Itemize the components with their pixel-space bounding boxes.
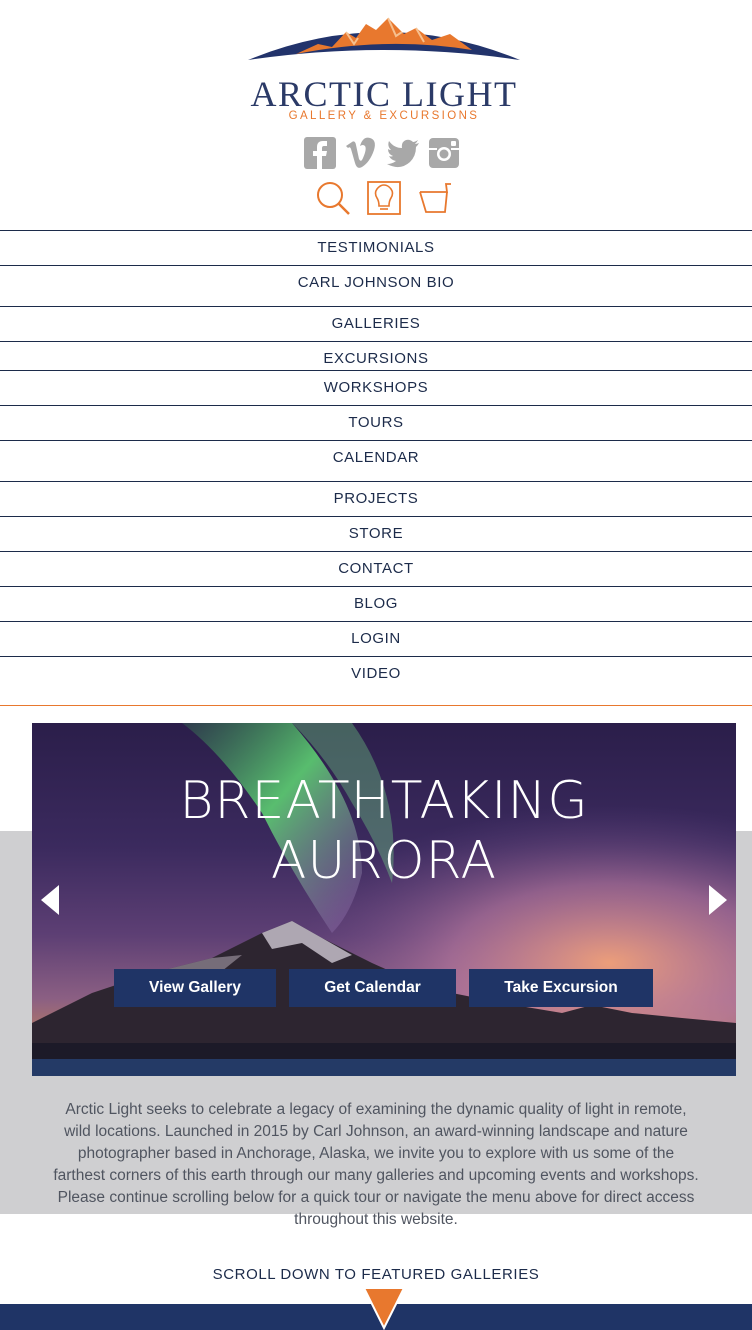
lightbulb-icon[interactable] [366,180,402,216]
twitter-icon[interactable] [386,136,420,170]
next-slide-arrow-icon[interactable] [707,883,729,917]
site-header: ARCTIC LIGHT GALLERY & EXCURSIONS [0,0,752,230]
nav-item-contact[interactable]: CONTACT [0,551,752,585]
get-calendar-button[interactable]: Get Calendar [289,969,456,1007]
mountain-logo-graphic [248,17,520,60]
hero-title-line2: AURORA [270,831,498,891]
nav-item-projects[interactable]: PROJECTS [0,481,752,515]
scroll-down-link[interactable]: SCROLL DOWN TO FEATURED GALLERIES [0,1266,752,1283]
site-logo[interactable]: ARCTIC LIGHT GALLERY & EXCURSIONS [246,14,522,122]
hero-title-line1: BREATHTAKING [179,771,589,831]
nav-item-workshops[interactable]: WORKSHOPS [0,370,752,404]
previous-slide-arrow-icon[interactable] [39,883,61,917]
facebook-icon[interactable] [303,136,337,170]
nav-item-video[interactable]: VIDEO [0,656,752,690]
nav-item-testimonials[interactable]: TESTIMONIALS [0,230,752,264]
nav-item-store[interactable]: STORE [0,516,752,550]
nav-item-galleries[interactable]: GALLERIES [0,306,752,340]
utility-links [315,180,453,216]
hero-title: BREATHTAKING AURORA [32,771,736,891]
take-excursion-button[interactable]: Take Excursion [469,969,653,1007]
hero-slider: BREATHTAKING AURORA View Gallery Get Cal… [32,723,736,1076]
logo-title: ARCTIC LIGHT [250,74,518,114]
search-icon[interactable] [315,180,351,216]
cart-icon[interactable] [417,180,453,216]
logo-tagline: GALLERY & EXCURSIONS [288,110,480,122]
intro-paragraph: Arctic Light seeks to celebrate a legacy… [53,1101,699,1228]
social-links [303,136,461,170]
nav-item-blog[interactable]: BLOG [0,586,752,620]
view-gallery-button[interactable]: View Gallery [114,969,276,1007]
scroll-down-arrow-icon[interactable] [364,1288,404,1330]
instagram-icon[interactable] [427,136,461,170]
nav-item-carl-johnson-bio[interactable]: CARL JOHNSON BIO [0,265,752,299]
vimeo-icon[interactable] [344,136,378,170]
nav-item-calendar[interactable]: CALENDAR [0,440,752,474]
nav-item-login[interactable]: LOGIN [0,621,752,655]
nav-divider [0,705,752,706]
nav-item-tours[interactable]: TOURS [0,405,752,439]
